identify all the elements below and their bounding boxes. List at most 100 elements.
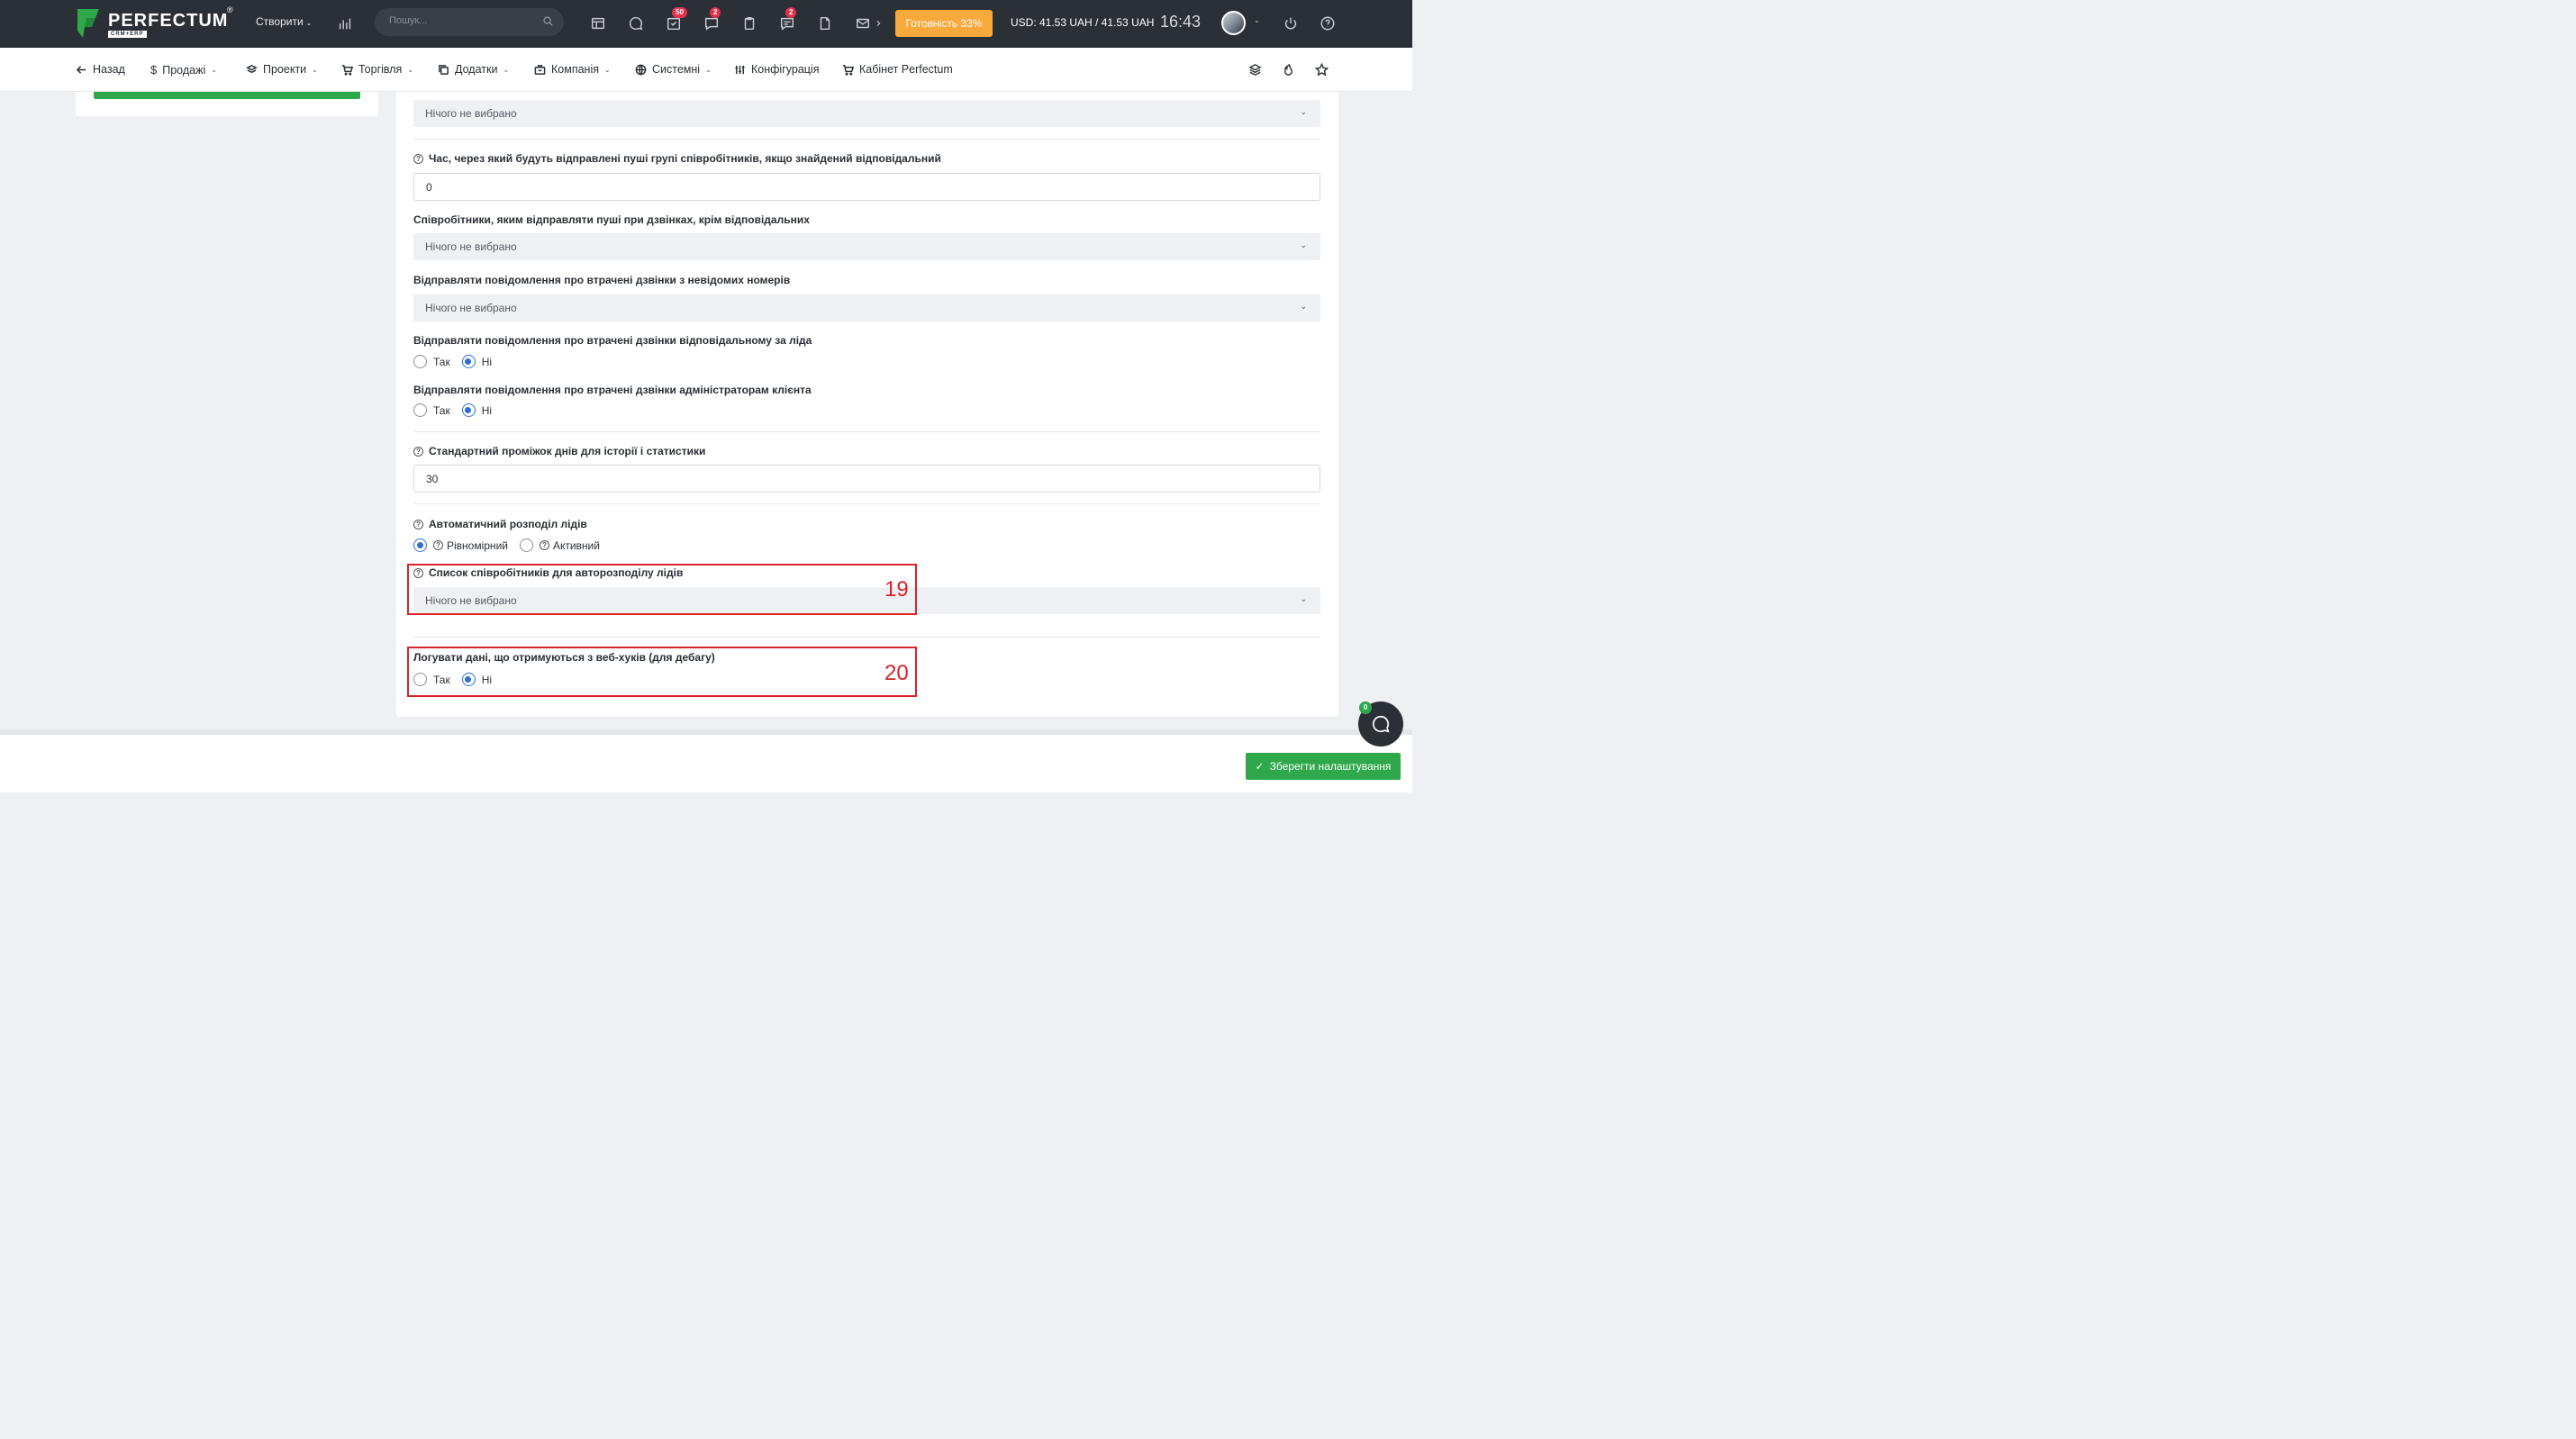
question-icon[interactable]: ? bbox=[433, 540, 443, 550]
radio-no[interactable] bbox=[461, 355, 476, 368]
radio-no-label: Ні bbox=[481, 355, 493, 368]
dollar-icon: $ bbox=[150, 63, 158, 77]
missed-unknown-label: Відправляти повідомлення про втрачені дз… bbox=[413, 274, 791, 286]
chat-count-badge: 0 bbox=[1359, 701, 1372, 714]
search-input[interactable] bbox=[389, 15, 542, 26]
chevron-down-icon: ⌄ bbox=[1300, 240, 1307, 249]
sliders-icon bbox=[735, 65, 745, 74]
select-value: Нічого не вибрано bbox=[425, 302, 517, 314]
avatar[interactable] bbox=[1221, 11, 1246, 35]
question-icon[interactable]: ? bbox=[413, 153, 423, 164]
annotation-number-19: 19 bbox=[884, 577, 909, 602]
globe-icon bbox=[635, 64, 647, 75]
radio-yes[interactable] bbox=[413, 355, 427, 368]
footer-bar bbox=[0, 735, 1412, 792]
radio-even-label: ? Рівномірний bbox=[433, 539, 508, 552]
chevron-down-icon: ⌄ bbox=[503, 65, 510, 74]
nav-config-label: Конфігурація bbox=[751, 63, 820, 76]
create-label: Створити bbox=[256, 15, 304, 28]
mail-icon[interactable] bbox=[854, 14, 872, 32]
nav-cabinet-label: Кабінет Perfectum bbox=[859, 63, 953, 76]
bar-chart-icon[interactable] bbox=[336, 14, 354, 32]
tasks-icon[interactable]: 50 bbox=[665, 7, 687, 32]
radio-no[interactable] bbox=[461, 403, 476, 417]
nav-config[interactable]: Конфігурація bbox=[734, 63, 819, 76]
radio-active-label: ? Активний bbox=[539, 538, 600, 552]
radio-yes-label: Так bbox=[433, 403, 450, 417]
logo-registered-mark: ® bbox=[227, 5, 233, 14]
annotation-number-20: 20 bbox=[884, 661, 909, 685]
chevron-down-icon: ⌄ bbox=[407, 65, 414, 74]
push-employees-select[interactable]: Нічого не вибрано ⌄ bbox=[413, 233, 1320, 260]
missed-client-admins-radios: Так Ні bbox=[413, 403, 503, 417]
divider bbox=[413, 431, 1320, 432]
missed-client-admins-label: Відправляти повідомлення про втрачені дз… bbox=[413, 384, 812, 396]
chevron-down-icon: ⌄ bbox=[312, 65, 318, 74]
perfectum-logo[interactable]: PERFECTUM ® CRM+ERP bbox=[76, 5, 238, 41]
chevron-down-icon: ⌄ bbox=[604, 65, 611, 74]
nav-back[interactable]: Назад bbox=[76, 63, 125, 76]
table-icon[interactable] bbox=[589, 14, 607, 32]
chat-bubble-icon bbox=[1372, 715, 1390, 733]
nav-sales-label: Продажі bbox=[162, 63, 206, 77]
nav-company-label: Компанія bbox=[551, 63, 599, 76]
push-delay-label: ? Час, через який будуть відправлені пуш… bbox=[413, 152, 941, 165]
nav-sales[interactable]: $ Продажі ⌄ bbox=[150, 63, 217, 77]
chevron-right-icon[interactable] bbox=[874, 14, 884, 32]
radio-even[interactable] bbox=[413, 538, 427, 552]
chat-icon[interactable]: 2 bbox=[703, 7, 721, 32]
search-box[interactable] bbox=[375, 8, 564, 36]
nav-cabinet[interactable]: Кабінет Perfectum bbox=[842, 63, 953, 76]
chevron-down-icon[interactable]: ⌄ bbox=[1254, 16, 1260, 24]
create-dropdown[interactable]: Створити ⌄ bbox=[256, 15, 312, 28]
tasks-badge: 50 bbox=[672, 7, 687, 18]
radio-no-label: Ні bbox=[481, 403, 493, 417]
check-icon: ✓ bbox=[1255, 760, 1265, 773]
nav-addons[interactable]: Додатки ⌄ bbox=[438, 63, 509, 76]
left-settings-card bbox=[76, 92, 378, 116]
nav-system[interactable]: Системні ⌄ bbox=[635, 63, 712, 76]
star-icon[interactable] bbox=[1314, 62, 1329, 77]
help-icon[interactable] bbox=[1319, 14, 1337, 32]
radio-yes[interactable] bbox=[413, 403, 427, 417]
arrow-left-icon bbox=[76, 65, 86, 74]
chevron-down-icon: ⌄ bbox=[1300, 107, 1307, 116]
missed-unknown-select[interactable]: Нічого не вибрано ⌄ bbox=[413, 294, 1320, 321]
question-icon[interactable]: ? bbox=[413, 446, 423, 457]
cart-icon bbox=[842, 64, 854, 76]
top-select[interactable]: Нічого не вибрано ⌄ bbox=[413, 100, 1320, 127]
fire-icon[interactable] bbox=[1282, 63, 1296, 77]
comment-icon[interactable] bbox=[627, 14, 645, 32]
clipboard-icon[interactable] bbox=[740, 14, 758, 32]
radio-active-text: Активний bbox=[552, 538, 600, 552]
currency-rate: USD: 41.53 UAH / 41.53 UAH bbox=[1011, 16, 1155, 29]
messages-icon[interactable]: 2 bbox=[778, 7, 797, 32]
nav-system-label: Системні bbox=[652, 63, 701, 76]
file-icon[interactable] bbox=[816, 14, 834, 32]
question-icon[interactable]: ? bbox=[413, 519, 423, 529]
cart-icon bbox=[341, 64, 353, 76]
radio-active[interactable] bbox=[519, 538, 533, 552]
history-days-text: Стандартний проміжок днів для історії і … bbox=[429, 445, 706, 457]
clock: 16:43 bbox=[1160, 13, 1202, 31]
green-action-bar[interactable] bbox=[94, 92, 360, 99]
nav-projects[interactable]: Проекти ⌄ bbox=[246, 63, 318, 76]
auto-distribution-radios: ? Рівномірний ? Активний bbox=[413, 538, 612, 552]
nav-company[interactable]: Компанія ⌄ bbox=[534, 63, 611, 76]
nav-trade[interactable]: Торгівля ⌄ bbox=[341, 63, 413, 76]
radio-yes-label: Так bbox=[433, 355, 450, 368]
building-icon bbox=[534, 64, 546, 75]
readiness-button[interactable]: Готовність 33% bbox=[895, 10, 993, 37]
search-icon[interactable] bbox=[543, 16, 553, 29]
question-icon[interactable]: ? bbox=[539, 540, 549, 550]
logo-text: PERFECTUM bbox=[108, 11, 229, 31]
power-icon[interactable] bbox=[1282, 14, 1300, 32]
push-delay-input[interactable] bbox=[413, 173, 1320, 201]
layers-icon[interactable] bbox=[1248, 63, 1263, 77]
push-delay-text: Час, через який будуть відправлені пуші … bbox=[429, 152, 941, 165]
history-days-input[interactable] bbox=[413, 465, 1320, 493]
annotation-box-19 bbox=[407, 564, 917, 615]
missed-lead-owner-label: Відправляти повідомлення про втрачені дз… bbox=[413, 334, 812, 347]
save-settings-button[interactable]: ✓ Зберегти налаштування bbox=[1246, 753, 1401, 780]
chevron-down-icon: ⌄ bbox=[1300, 302, 1307, 311]
